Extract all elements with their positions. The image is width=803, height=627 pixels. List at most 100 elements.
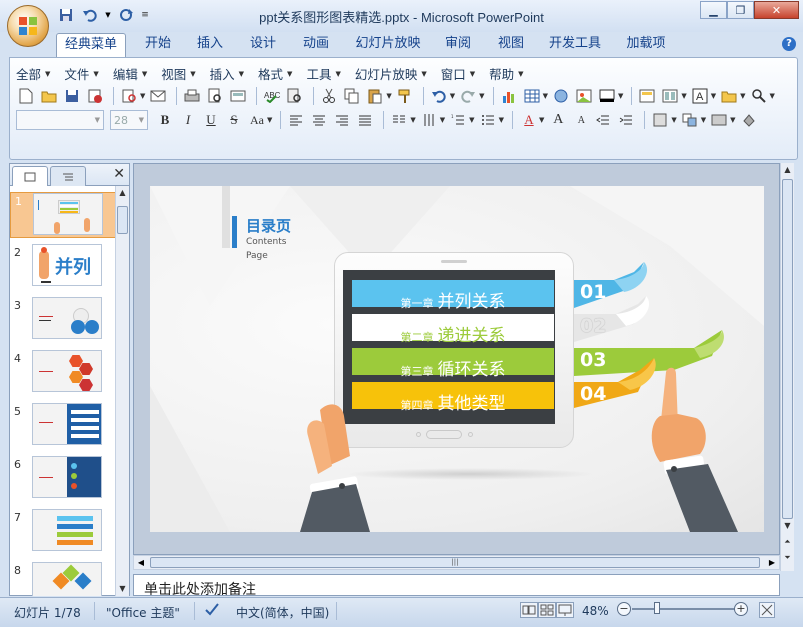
shape-fill-icon[interactable] bbox=[739, 110, 759, 130]
undo-toolbar-icon[interactable] bbox=[429, 86, 449, 106]
bullets-dropdown-icon[interactable]: ▼ bbox=[499, 116, 504, 124]
slide-icon[interactable] bbox=[228, 86, 248, 106]
find-icon[interactable] bbox=[749, 86, 769, 106]
italic-icon[interactable]: I bbox=[177, 110, 199, 130]
copy-icon[interactable] bbox=[342, 86, 362, 106]
spelling-icon[interactable]: ABC bbox=[262, 86, 282, 106]
zoom-slider-thumb[interactable] bbox=[654, 602, 660, 614]
spell-check-icon[interactable] bbox=[204, 602, 220, 619]
arrange-dropdown-icon[interactable]: ▼ bbox=[701, 116, 706, 124]
menu-window[interactable]: 窗口 ▼ bbox=[441, 64, 475, 83]
chapter-strip-2[interactable]: 第二章 递进关系 bbox=[352, 314, 554, 346]
chapter-strip-1[interactable]: 第一章 并列关系 bbox=[352, 280, 554, 312]
preview-icon[interactable] bbox=[205, 86, 225, 106]
scroll-right-icon[interactable]: ▶ bbox=[765, 556, 779, 569]
bullets-icon[interactable] bbox=[478, 110, 498, 130]
folder-dropdown-icon[interactable]: ▼ bbox=[740, 92, 745, 100]
justify-icon[interactable] bbox=[355, 110, 375, 130]
font-color-icon[interactable]: A bbox=[518, 110, 540, 130]
scroll-down-icon[interactable]: ▼ bbox=[781, 519, 794, 533]
slide-thumbnail-6[interactable]: 6 bbox=[10, 456, 116, 506]
minimize-button[interactable]: ▁ bbox=[700, 1, 727, 19]
grow-font-icon[interactable]: A bbox=[547, 110, 569, 130]
slide-thumbnail-7[interactable]: 7 bbox=[10, 509, 116, 559]
insert-table-icon[interactable] bbox=[522, 86, 542, 106]
notes-pane[interactable]: 单击此处添加备注 bbox=[133, 574, 780, 596]
slide-thumbnail-8[interactable]: 8 bbox=[10, 562, 116, 596]
shrink-font-icon[interactable]: A bbox=[570, 110, 592, 130]
numbering-icon[interactable]: 1 bbox=[448, 110, 468, 130]
text-direction-dropdown-icon[interactable]: ▼ bbox=[440, 116, 445, 124]
strikethrough-icon[interactable]: S bbox=[223, 110, 245, 130]
font-size-combo[interactable]: 28 ▼ bbox=[110, 110, 148, 130]
scroll-left-icon[interactable]: ◀ bbox=[134, 556, 148, 569]
help-icon[interactable]: ? bbox=[782, 37, 796, 51]
insert-picture-icon[interactable] bbox=[574, 86, 594, 106]
menu-tools[interactable]: 工具 ▼ bbox=[306, 64, 340, 83]
zoom-slider[interactable] bbox=[632, 608, 736, 610]
align-left-icon[interactable] bbox=[286, 110, 306, 130]
chapter-strip-3[interactable]: 第三章 循环关系 bbox=[352, 348, 554, 380]
close-button[interactable]: ✕ bbox=[754, 1, 799, 19]
email-icon[interactable] bbox=[148, 86, 168, 106]
text-direction-icon[interactable] bbox=[419, 110, 439, 130]
previous-slide-icon[interactable]: ⏶ bbox=[781, 535, 794, 549]
quick-styles-icon[interactable] bbox=[709, 110, 729, 130]
slide-thumbnail-2[interactable]: 2 并列 bbox=[10, 244, 116, 294]
menu-all[interactable]: 全部 ▼ bbox=[16, 64, 50, 83]
editor-horizontal-scrollbar[interactable]: ◀ ||| ▶ bbox=[133, 555, 780, 570]
tab-slideshow[interactable]: 幻灯片放映 bbox=[349, 33, 427, 57]
slides-tab[interactable] bbox=[12, 166, 48, 186]
menu-format[interactable]: 格式 ▼ bbox=[258, 64, 292, 83]
thumbnails-scrollbar[interactable]: ▲ ▼ bbox=[115, 186, 129, 596]
outline-tab[interactable] bbox=[50, 166, 86, 186]
office-button[interactable] bbox=[7, 5, 49, 47]
slide-thumbnail-1[interactable]: 1 bbox=[10, 192, 116, 238]
scroll-down-icon[interactable]: ▼ bbox=[116, 582, 129, 596]
paste-dropdown-icon[interactable]: ▼ bbox=[386, 92, 391, 100]
columns-dropdown-icon[interactable]: ▼ bbox=[410, 116, 415, 124]
new-slide-icon[interactable] bbox=[637, 86, 657, 106]
next-slide-icon[interactable]: ⏷ bbox=[781, 551, 794, 565]
fill-dropdown-icon[interactable]: ▼ bbox=[618, 92, 623, 100]
arrange-icon[interactable] bbox=[680, 110, 700, 130]
underline-icon[interactable]: U bbox=[200, 110, 222, 130]
undo-toolbar-dropdown-icon[interactable]: ▼ bbox=[450, 92, 455, 100]
format-painter-icon[interactable] bbox=[395, 86, 415, 106]
layout-dropdown-icon[interactable]: ▼ bbox=[681, 92, 686, 100]
tab-insert[interactable]: 插入 bbox=[188, 33, 232, 57]
bold-icon[interactable]: B bbox=[154, 110, 176, 130]
tab-home[interactable]: 开始 bbox=[136, 33, 180, 57]
change-case-dropdown-icon[interactable]: ▼ bbox=[267, 116, 272, 124]
scroll-thumb[interactable] bbox=[117, 206, 128, 234]
menu-help[interactable]: 帮助 ▼ bbox=[489, 64, 523, 83]
find-dropdown-icon[interactable]: ▼ bbox=[770, 92, 775, 100]
zoom-out-icon[interactable]: − bbox=[617, 602, 631, 616]
fit-to-window-icon[interactable] bbox=[759, 602, 775, 618]
slide-thumbnail-5[interactable]: 5 bbox=[10, 403, 116, 453]
shapes-icon[interactable] bbox=[650, 110, 670, 130]
menu-edit[interactable]: 编辑 ▼ bbox=[113, 64, 147, 83]
restore-button[interactable]: ❐ bbox=[727, 1, 754, 19]
print-preview-icon[interactable] bbox=[119, 86, 139, 106]
print-icon[interactable] bbox=[182, 86, 202, 106]
dropdown-arrow-icon[interactable]: ▼ bbox=[140, 92, 145, 100]
slide-sorter-icon[interactable] bbox=[538, 602, 556, 618]
textbox-icon[interactable]: A bbox=[690, 86, 710, 106]
slide-thumbnail-3[interactable]: 3 bbox=[10, 297, 116, 347]
paste-icon[interactable] bbox=[365, 86, 385, 106]
tab-design[interactable]: 设计 bbox=[241, 33, 285, 57]
quick-styles-dropdown-icon[interactable]: ▼ bbox=[730, 116, 735, 124]
tab-animation[interactable]: 动画 bbox=[294, 33, 338, 57]
scroll-thumb[interactable]: ||| bbox=[150, 557, 760, 568]
tab-addins[interactable]: 加载项 bbox=[618, 33, 674, 57]
shapes-dropdown-icon[interactable]: ▼ bbox=[671, 116, 676, 124]
align-center-icon[interactable] bbox=[309, 110, 329, 130]
new-icon[interactable] bbox=[16, 86, 36, 106]
change-case-icon[interactable]: Aa bbox=[246, 110, 268, 130]
normal-view-icon[interactable] bbox=[520, 602, 538, 618]
folder-icon[interactable] bbox=[719, 86, 739, 106]
textbox-dropdown-icon[interactable]: ▼ bbox=[711, 92, 716, 100]
save-file-icon[interactable] bbox=[62, 86, 82, 106]
close-pane-icon[interactable]: ✕ bbox=[113, 166, 125, 182]
